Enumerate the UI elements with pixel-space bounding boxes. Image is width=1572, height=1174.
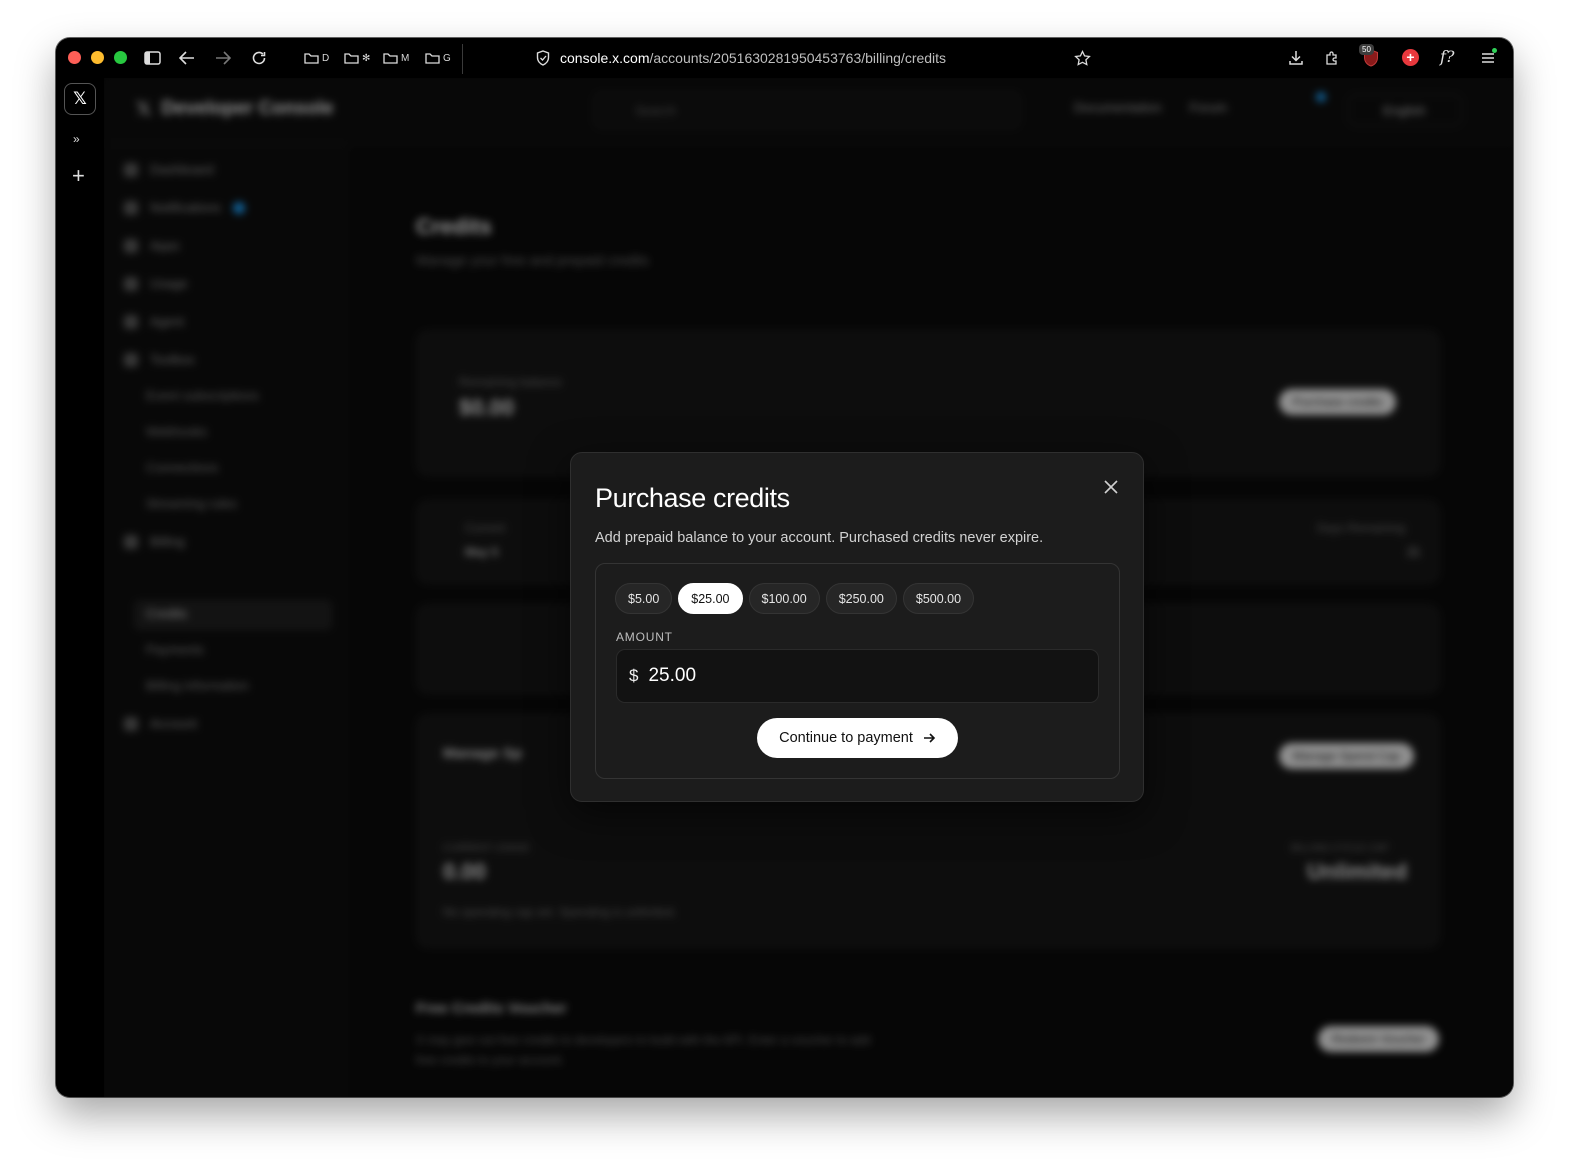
- amount-field[interactable]: $: [616, 649, 1099, 703]
- amount-presets: $5.00 $25.00 $100.00 $250.00 $500.00: [615, 583, 975, 614]
- bookmark-label: D: [322, 52, 330, 64]
- forward-arrow-icon[interactable]: [213, 46, 233, 70]
- bookmark-folder-m[interactable]: M: [383, 48, 409, 68]
- zoom-window-button[interactable]: [114, 51, 127, 64]
- browser-toolbar: D ✻ M G console.x.com/accounts/205163028…: [56, 38, 1513, 78]
- continue-label: Continue to payment: [779, 730, 913, 746]
- back-arrow-icon[interactable]: [177, 46, 197, 70]
- amount-panel: $5.00 $25.00 $100.00 $250.00 $500.00 AMO…: [595, 563, 1120, 779]
- bookmark-star-icon[interactable]: [1072, 46, 1092, 70]
- preset-25-button[interactable]: $25.00: [678, 583, 743, 614]
- folder-icon: [344, 53, 359, 64]
- minimize-window-button[interactable]: [91, 51, 104, 64]
- shield-icon: [536, 50, 550, 66]
- sidebar-toggle-icon[interactable]: [142, 46, 162, 70]
- extensions-puzzle-icon[interactable]: [1322, 46, 1342, 70]
- preset-5-button[interactable]: $5.00: [615, 583, 673, 614]
- x-logo-icon: 𝕏: [73, 89, 87, 108]
- folder-icon: [425, 53, 440, 64]
- update-indicator: [1492, 48, 1497, 53]
- extension-badge: 50: [1359, 44, 1374, 55]
- close-icon[interactable]: [1103, 479, 1119, 495]
- new-tab-plus-icon[interactable]: +: [72, 165, 85, 187]
- browser-side-rail: 𝕏 » +: [56, 78, 104, 1097]
- toolbar-separator: [462, 44, 463, 74]
- developer-console-app: 𝕏 Developer Console Search Documentation …: [104, 78, 1513, 1097]
- url-path: /accounts/2051630281950453763/billing/cr…: [649, 50, 947, 66]
- download-icon[interactable]: [1286, 46, 1306, 70]
- url-host: console.x.com: [560, 50, 650, 66]
- modal-title: Purchase credits: [595, 483, 790, 513]
- continue-to-payment-button[interactable]: Continue to payment: [757, 718, 958, 758]
- bookmark-label: ✻: [362, 52, 371, 64]
- purchase-credits-modal: Purchase credits Add prepaid balance to …: [570, 452, 1144, 802]
- browser-window: D ✻ M G console.x.com/accounts/205163028…: [56, 38, 1513, 1097]
- x-logo-tab-button[interactable]: 𝕏: [64, 83, 96, 115]
- expand-chevron-icon[interactable]: »: [73, 132, 80, 146]
- bookmark-folder-d[interactable]: D: [304, 48, 329, 68]
- preset-250-button[interactable]: $250.00: [825, 583, 897, 614]
- address-bar[interactable]: console.x.com/accounts/20516302819504537…: [536, 46, 946, 70]
- amount-input[interactable]: [648, 665, 1049, 687]
- preset-100-button[interactable]: $100.00: [748, 583, 820, 614]
- bookmark-folder-star[interactable]: ✻: [344, 48, 370, 68]
- plus-extension-icon[interactable]: +: [1402, 49, 1419, 66]
- close-window-button[interactable]: [68, 51, 81, 64]
- bookmark-label: M: [401, 52, 410, 64]
- arrow-right-icon: [923, 733, 936, 743]
- reload-icon[interactable]: [249, 46, 269, 70]
- url-text: console.x.com/accounts/20516302819504537…: [560, 50, 946, 66]
- amount-label: AMOUNT: [616, 630, 673, 644]
- bookmark-label: G: [443, 52, 451, 64]
- folder-icon: [304, 53, 319, 64]
- bookmark-folder-g[interactable]: G: [425, 48, 451, 68]
- preset-500-button[interactable]: $500.00: [902, 583, 975, 614]
- formula-extension-icon[interactable]: f?: [1440, 47, 1455, 66]
- folder-icon: [383, 53, 398, 64]
- currency-symbol: $: [629, 666, 639, 685]
- modal-description: Add prepaid balance to your account. Pur…: [595, 530, 1044, 546]
